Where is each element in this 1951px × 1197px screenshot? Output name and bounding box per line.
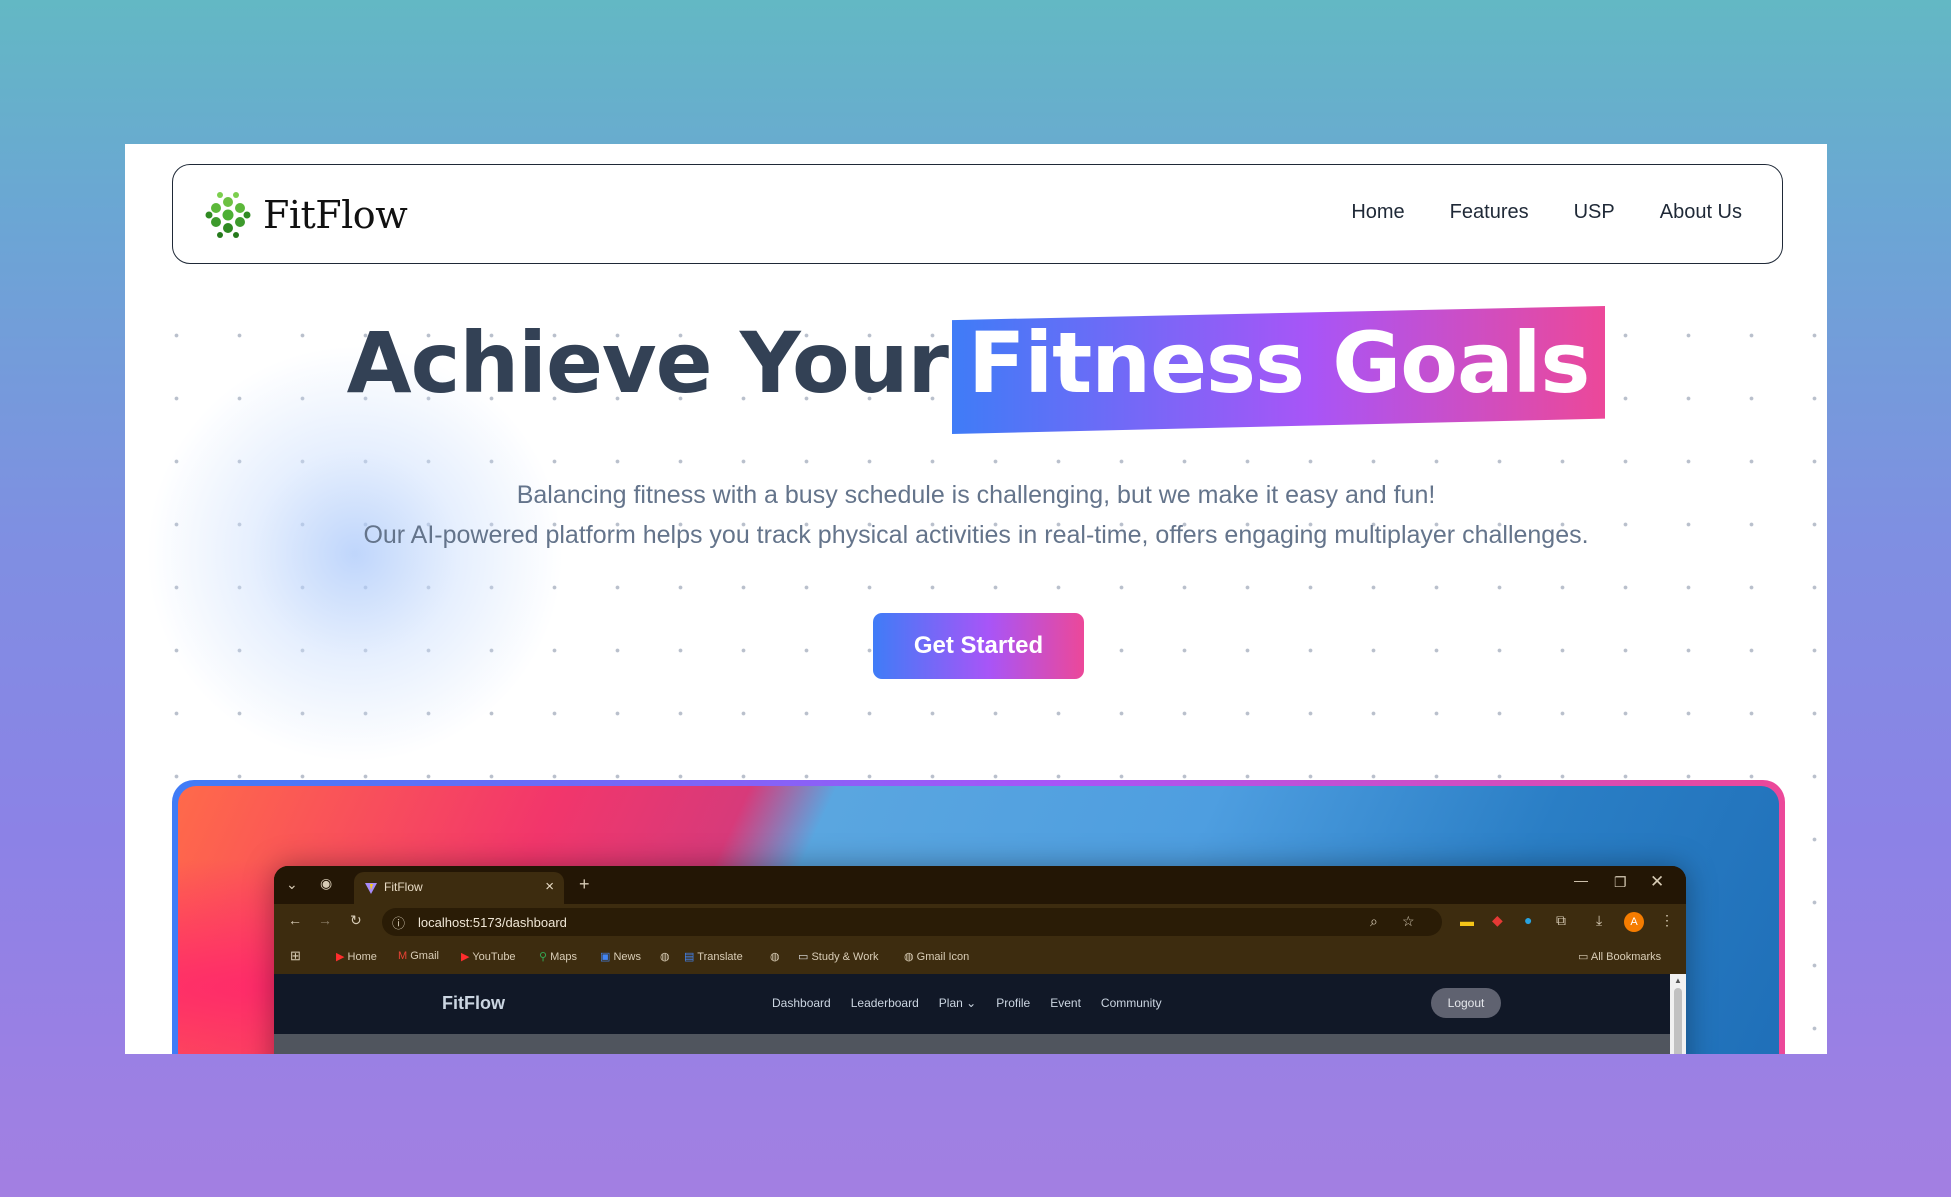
bookmark-gmail-icon: ◍ Gmail Icon xyxy=(904,950,969,963)
brand-logo[interactable]: FitFlow xyxy=(203,190,408,240)
bookmark-gmail-label: Gmail xyxy=(410,950,439,962)
dashboard-nav-plan-label: Plan xyxy=(938,996,963,1010)
main-nav: Home Features USP About Us xyxy=(1351,201,1742,224)
bookmark-translate-label: Translate xyxy=(697,951,743,963)
translate-icon: ▤ xyxy=(684,951,695,963)
globe-icon: ◍ xyxy=(904,951,914,963)
hero-title-highlight: Fitness Goals xyxy=(967,314,1590,412)
new-tab-icon: + xyxy=(579,874,590,894)
address-bar-url: localhost:5173/dashboard xyxy=(418,915,567,930)
nav-link-usp[interactable]: USP xyxy=(1574,201,1615,224)
nav-link-about-us[interactable]: About Us xyxy=(1660,201,1742,224)
browser-tab: FitFlow × xyxy=(354,872,564,904)
dashboard-logout-button: Logout xyxy=(1431,988,1501,1018)
browser-tab-title: FitFlow xyxy=(384,880,423,894)
navbar: FitFlow Home Features USP About Us xyxy=(172,164,1783,264)
dashboard-nav: Dashboard Leaderboard Plan ⌄ Profile Eve… xyxy=(772,996,1162,1010)
site-info-icon: ⓘ xyxy=(392,916,406,931)
restore-icon: ❐ xyxy=(1614,874,1627,890)
brand-name: FitFlow xyxy=(263,193,408,237)
extension-blue-icon: ● xyxy=(1524,912,1533,928)
maps-pin-icon: ⚲ xyxy=(539,951,548,963)
all-bookmarks: ▭ All Bookmarks xyxy=(1578,950,1661,963)
menu-kebab-icon: ⋮ xyxy=(1660,912,1674,928)
dashboard-nav-event: Event xyxy=(1050,996,1081,1010)
profile-avatar: A xyxy=(1624,912,1644,932)
bookmark-news-label: News xyxy=(613,951,641,963)
bookmark-home-label: Home xyxy=(347,951,377,963)
dashboard-preview: ⌄ ◉ FitFlow × + — ❐ ✕ ← → ↻ ⓘ localhost:… xyxy=(172,780,1785,1054)
globe-icon: ◍ xyxy=(660,951,670,963)
dashboard-logo: FitFlow xyxy=(442,993,505,1014)
extension-icon: ▬ xyxy=(1460,913,1474,929)
reload-icon: ↻ xyxy=(350,912,362,928)
close-window-icon: ✕ xyxy=(1650,872,1665,891)
page-icon: ▭ xyxy=(798,951,809,963)
chevron-down-icon: ⌄ xyxy=(966,996,977,1010)
dashboard-nav-leaderboard: Leaderboard xyxy=(850,996,919,1010)
extensions-puzzle-icon: ⧉ xyxy=(1556,912,1566,928)
dashboard-nav-dashboard: Dashboard xyxy=(772,996,831,1010)
gmail-icon: M xyxy=(398,950,408,962)
youtube-icon: ▶ xyxy=(336,951,345,963)
extension-red-icon: ◆ xyxy=(1492,912,1503,928)
bookmark-maps: ⚲ Maps xyxy=(539,950,577,963)
bookmark-star-icon: ☆ xyxy=(1402,913,1415,929)
forward-icon: → xyxy=(318,912,332,928)
all-bookmarks-label: All Bookmarks xyxy=(1590,951,1662,963)
zoom-icon: ⌕ xyxy=(1370,913,1378,929)
bookmark-maps-label: Maps xyxy=(550,951,578,963)
get-started-button[interactable]: Get Started xyxy=(873,613,1084,679)
bookmarks-bar: ⊞ ▶ Home M Gmail ▶ YouTube ⚲ Maps ▣ News… xyxy=(274,940,1686,974)
bookmark-news: ▣ News xyxy=(600,950,641,963)
bookmark-study-work-label: Study & Work xyxy=(811,951,879,963)
dashboard-scrollbar: ▲ xyxy=(1670,974,1686,1054)
hero-subtitle-line-2: Our AI-powered platform helps you track … xyxy=(363,521,1589,549)
record-icon: ◉ xyxy=(320,875,333,891)
address-bar: ⓘ localhost:5173/dashboard ⌕ ☆ xyxy=(382,908,1442,936)
dashboard-nav-community: Community xyxy=(1100,996,1162,1010)
bookmark-gmail-icon-label: Gmail Icon xyxy=(916,951,970,963)
browser-window-screenshot: ⌄ ◉ FitFlow × + — ❐ ✕ ← → ↻ ⓘ localhost:… xyxy=(274,866,1686,1054)
hero-title: Achieve Your Fitness Goals xyxy=(125,306,1827,434)
tab-search-icon: ⌄ xyxy=(286,876,298,892)
dashboard-logo-text: FitFlow xyxy=(442,993,505,1013)
dashboard-nav-profile: Profile xyxy=(996,996,1031,1010)
back-icon: ← xyxy=(288,912,302,928)
hero-title-highlight-wrap: Fitness Goals xyxy=(951,306,1606,434)
bookmark-study-work: ▭ Study & Work xyxy=(798,950,879,963)
news-icon: ▣ xyxy=(600,951,611,963)
bookmark-gmail: M Gmail xyxy=(398,950,439,962)
hero-subtitle-line-1: Balancing fitness with a busy schedule i… xyxy=(516,481,1436,509)
hero-title-plain: Achieve Your xyxy=(346,314,949,412)
preview-wallpaper: ⌄ ◉ FitFlow × + — ❐ ✕ ← → ↻ ⓘ localhost:… xyxy=(178,786,1779,1054)
nav-link-home[interactable]: Home xyxy=(1351,201,1404,224)
landing-page: FitFlow Home Features USP About Us Achie… xyxy=(125,144,1827,1054)
browser-tab-strip: ⌄ ◉ FitFlow × + — ❐ ✕ xyxy=(274,866,1686,904)
download-icon: ⤓ xyxy=(1596,912,1603,928)
minimize-icon: — xyxy=(1574,872,1588,888)
fitflow-dashboard-page: FitFlow Dashboard Leaderboard Plan ⌄ Pro… xyxy=(274,974,1670,1054)
bookmark-translate: ▤ Translate xyxy=(684,950,743,963)
browser-toolbar: ← → ↻ ⓘ localhost:5173/dashboard ⌕ ☆ ▬ ◆… xyxy=(274,904,1686,940)
vite-favicon-icon xyxy=(365,883,377,894)
folder-icon: ▭ xyxy=(1578,951,1589,963)
bookmark-youtube-label: YouTube xyxy=(472,951,516,963)
nav-link-features[interactable]: Features xyxy=(1450,201,1529,224)
scroll-up-icon: ▲ xyxy=(1674,976,1682,985)
bookmark-youtube: ▶ YouTube xyxy=(461,950,516,963)
brand-logo-icon xyxy=(205,192,251,238)
bookmark-home: ▶ Home xyxy=(336,950,377,963)
youtube-icon: ▶ xyxy=(461,951,470,963)
dashboard-nav-plan: Plan ⌄ xyxy=(939,996,976,1010)
scroll-thumb xyxy=(1674,988,1682,1054)
dashboard-content-area xyxy=(274,1034,1670,1054)
apps-grid-icon: ⊞ xyxy=(290,948,301,963)
close-tab-icon: × xyxy=(545,878,554,895)
globe-icon: ◍ xyxy=(770,951,780,963)
